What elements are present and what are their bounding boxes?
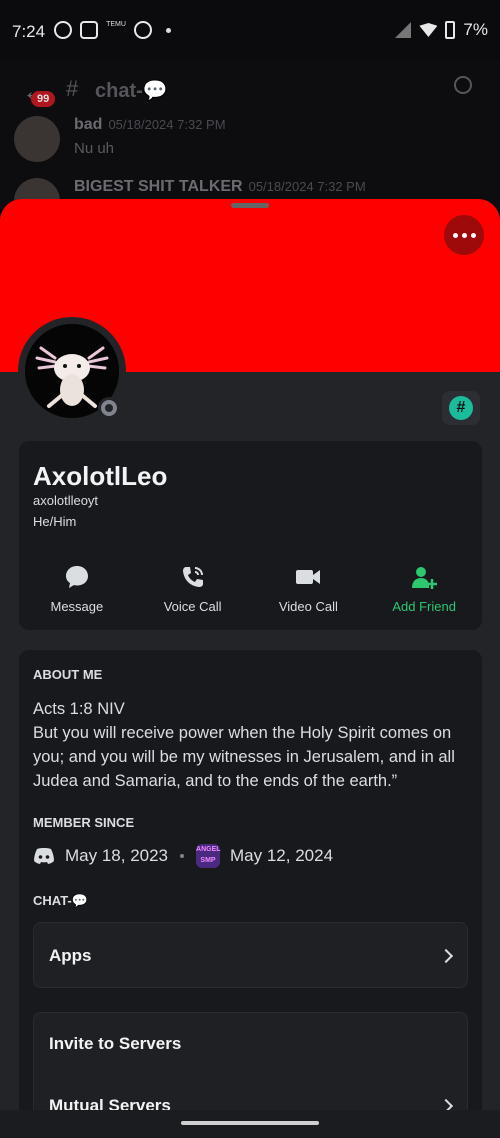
unread-badge: 99	[31, 91, 56, 107]
signal-icon	[395, 22, 412, 38]
wifi-icon	[419, 23, 438, 37]
channel-name[interactable]: chat-💬	[95, 78, 168, 103]
notification-dot-icon	[166, 27, 171, 33]
phone-icon	[182, 567, 203, 587]
video-call-button[interactable]: Video Call	[251, 563, 367, 614]
add-friend-icon	[412, 567, 438, 589]
add-friend-button[interactable]: Add Friend	[366, 563, 482, 614]
invite-to-servers-label: Invite to Servers	[49, 1034, 182, 1053]
clock: 7:24	[12, 22, 46, 41]
battery-icon	[445, 21, 456, 39]
about-me-text: Acts 1:8 NIV But you will receive power …	[33, 700, 455, 790]
hash-icon: #	[449, 396, 473, 420]
temu-icon: TEMU	[106, 21, 126, 28]
chevron-right-icon	[438, 948, 454, 964]
chat-bubble-icon	[65, 566, 88, 588]
discord-logo-icon	[34, 848, 54, 864]
apps-row[interactable]: Apps	[33, 922, 468, 988]
message-timestamp: 05/18/2024 7:32 PM	[108, 117, 226, 132]
avatar	[14, 116, 60, 162]
message-text: Nu uh	[74, 140, 115, 157]
member-since-row: May 18, 2023 ANGEL SMP May 12, 2024	[33, 844, 333, 868]
apps-label: Apps	[49, 946, 92, 965]
game-controller-icon	[80, 21, 98, 39]
message-timestamp: 05/18/2024 7:32 PM	[248, 179, 366, 194]
separator-dot	[180, 854, 185, 858]
about-me-heading: ABOUT ME	[33, 667, 103, 682]
server-icon: ANGEL SMP	[196, 844, 221, 868]
message-label: Message	[50, 599, 104, 614]
identity-card: AxolotlLeo axolotlleoyt He/Him Message V…	[19, 441, 482, 630]
server-tag-button[interactable]: #	[442, 391, 480, 425]
home-gesture-handle[interactable]	[181, 1121, 319, 1125]
profile-sheet: # AxolotlLeo axolotlleoyt He/Him Message…	[0, 199, 500, 1138]
video-call-label: Video Call	[278, 599, 338, 614]
more-dots-icon	[452, 232, 458, 238]
search-icon[interactable]	[454, 76, 472, 94]
server-section-heading: CHAT-💬	[33, 893, 88, 908]
offline-status-icon	[98, 397, 120, 419]
channel-hash-icon: #	[66, 76, 79, 101]
discord-member-date: May 18, 2023	[65, 846, 169, 865]
voice-call-label: Voice Call	[163, 599, 222, 614]
xbox-icon	[134, 21, 152, 39]
server-member-date: May 12, 2024	[230, 846, 334, 865]
threads-icon	[54, 21, 72, 39]
message-author: BIGEST SHIT TALKER	[74, 178, 243, 195]
pronouns: He/Him	[33, 514, 77, 529]
display-name: AxolotlLeo	[33, 461, 168, 491]
action-row: Message Voice Call Video Call Add Friend	[19, 563, 482, 614]
chat-message: bad 05/18/2024 7:32 PM Nu uh	[14, 116, 226, 162]
message-author: bad	[74, 116, 103, 133]
add-friend-label: Add Friend	[392, 599, 456, 614]
more-options-button[interactable]	[444, 215, 484, 255]
invite-to-servers-row[interactable]: Invite to Servers	[34, 1013, 467, 1075]
gesture-nav-bar	[0, 1110, 500, 1138]
battery-percent: 7%	[463, 20, 488, 39]
status-bar: 7:24 TEMU 7%	[0, 0, 500, 60]
message-button[interactable]: Message	[19, 563, 135, 614]
voice-call-button[interactable]: Voice Call	[135, 563, 251, 614]
details-card: ABOUT ME Acts 1:8 NIV But you will recei…	[19, 650, 482, 1138]
username: axolotlleoyt	[33, 493, 99, 508]
video-camera-icon	[296, 570, 321, 584]
drag-handle[interactable]	[231, 203, 269, 208]
chat-background: ← 99 # chat-💬 bad05/18/2024 7:32 PM Nu u…	[0, 60, 500, 224]
member-since-heading: MEMBER SINCE	[33, 815, 135, 830]
